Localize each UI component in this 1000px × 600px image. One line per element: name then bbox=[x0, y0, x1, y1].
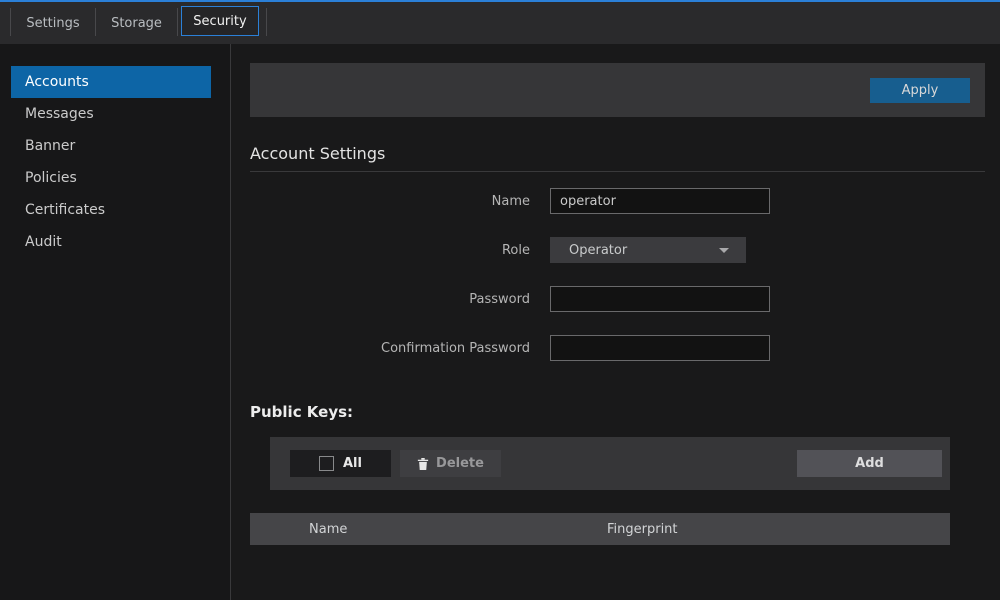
tab-settings[interactable]: Settings bbox=[11, 2, 95, 44]
section-divider bbox=[250, 171, 985, 172]
name-input[interactable] bbox=[550, 188, 770, 214]
column-header-fingerprint[interactable]: Fingerprint bbox=[607, 513, 678, 545]
password-label: Password bbox=[250, 286, 530, 312]
sidebar: Accounts Messages Banner Policies Certif… bbox=[0, 44, 230, 600]
role-label: Role bbox=[250, 237, 530, 263]
chevron-down-icon bbox=[719, 248, 729, 253]
select-all-button[interactable]: All bbox=[290, 450, 391, 477]
role-selected-value: Operator bbox=[569, 243, 627, 258]
apply-button[interactable]: Apply bbox=[870, 78, 970, 103]
tab-separator bbox=[266, 8, 267, 36]
public-keys-title: Public Keys: bbox=[250, 403, 353, 421]
role-select[interactable]: Operator bbox=[550, 237, 746, 263]
delete-button[interactable]: Delete bbox=[400, 450, 501, 477]
page-title: Account Settings bbox=[250, 144, 385, 163]
public-keys-toolbar: All Delete Add bbox=[270, 437, 950, 490]
confirmation-password-label: Confirmation Password bbox=[250, 335, 530, 361]
delete-label: Delete bbox=[436, 456, 484, 471]
confirmation-password-input[interactable] bbox=[550, 335, 770, 361]
sidebar-item-certificates[interactable]: Certificates bbox=[11, 194, 211, 226]
checkbox-unchecked-icon[interactable] bbox=[319, 456, 334, 471]
add-button[interactable]: Add bbox=[797, 450, 942, 477]
sidebar-item-banner[interactable]: Banner bbox=[11, 130, 211, 162]
sidebar-divider bbox=[230, 44, 231, 600]
tab-security-label: Security bbox=[193, 14, 246, 29]
tab-storage[interactable]: Storage bbox=[96, 2, 177, 44]
tab-separator bbox=[177, 8, 178, 36]
tab-storage-label: Storage bbox=[111, 16, 162, 31]
select-all-label: All bbox=[343, 456, 362, 471]
password-input[interactable] bbox=[550, 286, 770, 312]
sidebar-item-audit[interactable]: Audit bbox=[11, 226, 211, 258]
tab-settings-label: Settings bbox=[26, 16, 79, 31]
security-settings-page: Settings Storage Security Accounts Messa… bbox=[0, 0, 1000, 600]
column-header-name[interactable]: Name bbox=[309, 513, 347, 545]
public-keys-table-header: Name Fingerprint bbox=[250, 513, 950, 545]
sidebar-item-accounts[interactable]: Accounts bbox=[11, 66, 211, 98]
top-tab-bar: Settings Storage Security bbox=[0, 0, 1000, 44]
name-label: Name bbox=[250, 188, 530, 214]
sidebar-item-policies[interactable]: Policies bbox=[11, 162, 211, 194]
trash-icon bbox=[417, 457, 429, 471]
tab-security[interactable]: Security bbox=[181, 6, 259, 36]
sidebar-item-messages[interactable]: Messages bbox=[11, 98, 211, 130]
apply-toolbar: Apply bbox=[250, 63, 985, 117]
